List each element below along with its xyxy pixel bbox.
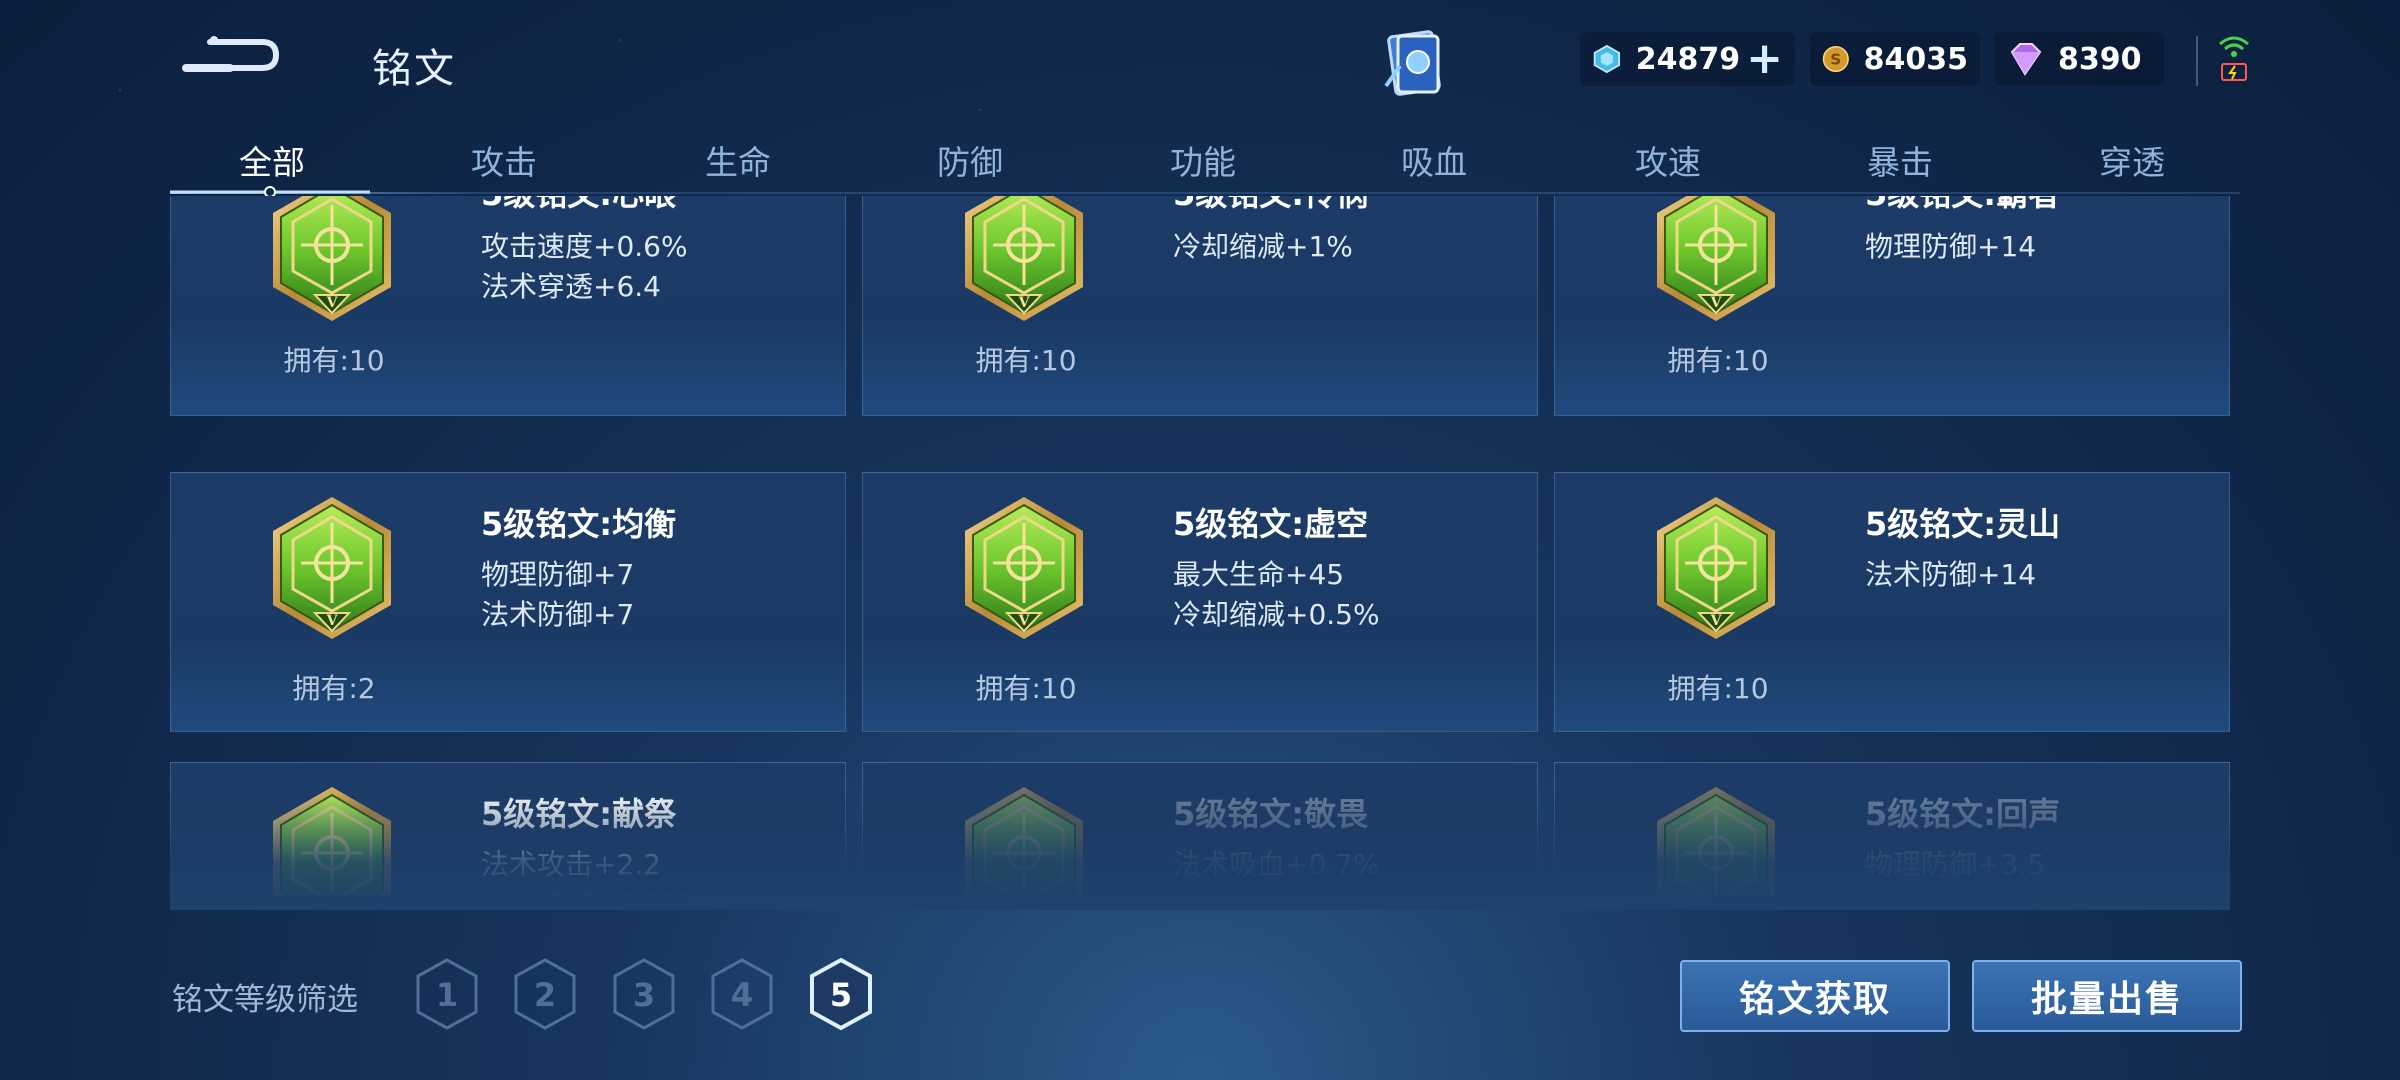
inscription-emblem-icon	[959, 783, 1089, 896]
bulk-sell-button[interactable]: 批量出售	[1972, 960, 2242, 1032]
tab-attack-speed[interactable]: 攻速	[1635, 136, 1701, 184]
inscription-owned: 拥有:10	[975, 672, 1077, 705]
inscription-stat: 冷却缩减+0.5%	[1173, 598, 1380, 631]
inscription-stat: 物理防御+14	[1865, 230, 2037, 263]
inscription-owned: 拥有:10	[975, 344, 1077, 377]
diamond-value: 8390	[2058, 41, 2142, 77]
inscription-card[interactable]: 5级铭文:灵山 法术防御+14 拥有:10	[1554, 472, 2230, 732]
inscription-name: 5级铭文:怜悯	[1173, 196, 1368, 215]
inscription-emblem-icon	[267, 783, 397, 896]
tab-lifesteal[interactable]: 吸血	[1401, 136, 1467, 184]
inscription-stat: 物理防御+3.5	[1865, 848, 2045, 881]
inscription-name: 5级铭文:回声	[1865, 795, 2061, 833]
inscription-stat: 法术攻击+2.2	[481, 848, 661, 881]
level-filter-label: 铭文等级筛选	[172, 982, 358, 1018]
inscription-card[interactable]: 5级铭文:虚空 最大生命+45 冷却缩减+0.5% 拥有:10	[862, 472, 1538, 732]
inscription-card[interactable]: 5级铭文:回声 物理防御+3.5	[1554, 762, 2230, 896]
tab-function[interactable]: 功能	[1170, 136, 1236, 184]
inscription-stat: 攻击速度+0.6%	[481, 230, 688, 263]
gold-value: 84035	[1863, 41, 1968, 77]
inscription-card[interactable]: 5级铭文:霸者 物理防御+14 拥有:10	[1554, 196, 2230, 416]
add-coupon-icon[interactable]: +	[1746, 37, 1783, 81]
tab-all[interactable]: 全部	[239, 136, 305, 184]
coupon-value: 24879	[1635, 41, 1741, 77]
tab-health[interactable]: 生命	[705, 136, 771, 184]
inscription-owned: 拥有:10	[283, 344, 385, 377]
inscription-stat: 法术穿透+6.4	[481, 270, 661, 303]
gold-currency: S 84035	[1810, 32, 1980, 86]
inscription-stat: 物理防御+7	[481, 558, 635, 591]
inscription-owned: 拥有:2	[292, 672, 376, 705]
inscription-emblem-icon	[1651, 493, 1781, 643]
inscription-name: 5级铭文:虚空	[1173, 505, 1369, 543]
inscription-card[interactable]: 5级铭文:献祭 法术攻击+2.2 冷却缩减+0.75%	[170, 762, 846, 896]
coupon-currency: 24879 +	[1580, 32, 1795, 86]
level-filter-2[interactable]: 2	[512, 957, 578, 1031]
inscription-emblem-icon	[959, 493, 1089, 643]
inscription-emblem-icon	[267, 493, 397, 643]
inscription-name: 5级铭文:献祭	[481, 795, 677, 833]
inscription-owned: 拥有:10	[1667, 344, 1769, 377]
level-filter-3[interactable]: 3	[611, 957, 677, 1031]
level-filter-5[interactable]: 5	[808, 957, 874, 1031]
header-divider	[2196, 36, 2198, 86]
inscription-stat: 法术吸血+0.7%	[1173, 848, 1380, 881]
gold-coin-icon: S	[1822, 45, 1849, 73]
inscription-emblem-icon	[1651, 196, 1781, 325]
get-inscription-button[interactable]: 铭文获取	[1680, 960, 1950, 1032]
inscription-stat: 冷却缩减+0.75%	[481, 883, 705, 896]
diamond-icon	[2010, 43, 2042, 76]
back-arrow-icon[interactable]	[180, 30, 280, 80]
inscription-stat: 冷却缩减+1%	[1173, 230, 1353, 263]
svg-text:3: 3	[633, 976, 655, 1014]
inscription-stat: 法术防御+14	[1865, 558, 2037, 591]
inscription-name: 5级铭文:敬畏	[1173, 795, 1369, 833]
inscription-emblem-icon	[1651, 783, 1781, 896]
tab-penetration[interactable]: 穿透	[2099, 136, 2165, 184]
inscription-card[interactable]: 5级铭文:均衡 物理防御+7 法术防御+7 拥有:2	[170, 472, 846, 732]
level-filter-4[interactable]: 4	[709, 957, 775, 1031]
tab-critical[interactable]: 暴击	[1867, 136, 1933, 184]
inscription-card[interactable]: 5级铭文:心眼 攻击速度+0.6% 法术穿透+6.4 拥有:10	[170, 196, 846, 416]
inscription-name: 5级铭文:霸者	[1865, 196, 2060, 215]
svg-text:1: 1	[436, 976, 458, 1014]
svg-text:4: 4	[731, 976, 753, 1014]
wifi-battery-icon	[2219, 36, 2249, 81]
tab-underline	[170, 192, 2240, 194]
inscription-stat: 法术防御+7	[481, 598, 635, 631]
diamond-currency: 8390	[1994, 32, 2164, 86]
page-title: 铭文	[372, 46, 456, 92]
inscription-book-icon[interactable]	[1380, 26, 1452, 102]
inscription-card[interactable]: 5级铭文:敬畏 法术吸血+0.7%	[862, 762, 1538, 896]
inscription-name: 5级铭文:心眼	[481, 196, 676, 215]
tab-defense[interactable]: 防御	[937, 136, 1003, 184]
svg-text:S: S	[1830, 50, 1841, 68]
svg-text:2: 2	[534, 976, 556, 1014]
inscription-card[interactable]: 5级铭文:怜悯 冷却缩减+1% 拥有:10	[862, 196, 1538, 416]
svg-text:5: 5	[830, 976, 852, 1014]
level-filter-1[interactable]: 1	[414, 957, 480, 1031]
header: 铭文 24879 + S 84035 8390	[0, 0, 2400, 130]
inscription-name: 5级铭文:灵山	[1865, 505, 2061, 543]
inscription-name: 5级铭文:均衡	[481, 505, 677, 543]
tab-attack[interactable]: 攻击	[471, 136, 537, 184]
inscription-emblem-icon	[267, 196, 397, 325]
inscription-stat: 最大生命+45	[1173, 558, 1345, 591]
inscription-emblem-icon	[959, 196, 1089, 325]
inscription-owned: 拥有:10	[1667, 672, 1769, 705]
inscription-grid: 5级铭文:心眼 攻击速度+0.6% 法术穿透+6.4 拥有:10 5级铭文:怜悯…	[170, 196, 2230, 896]
coupon-icon	[1593, 44, 1620, 74]
category-tabs: 全部 攻击 生命 防御 功能 吸血 攻速 暴击 穿透	[170, 130, 2240, 196]
